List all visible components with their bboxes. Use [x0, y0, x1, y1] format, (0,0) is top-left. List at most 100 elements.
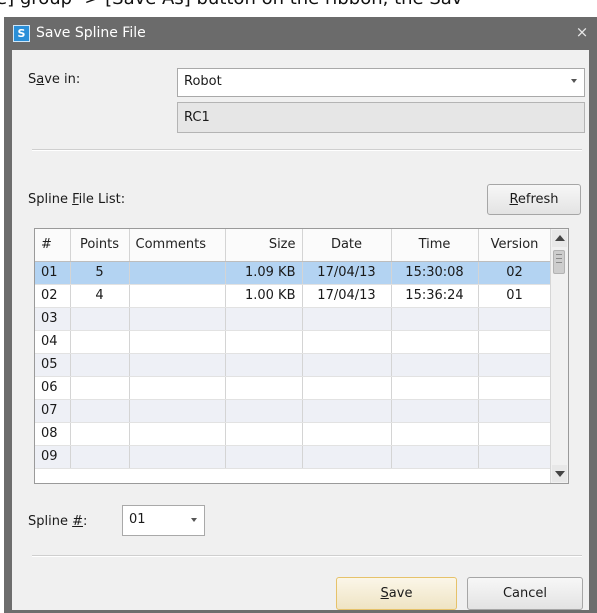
refresh-button[interactable]: Refresh: [487, 184, 581, 215]
cell-time: [391, 353, 479, 377]
chevron-down-icon: [191, 518, 197, 522]
cell-comments: [129, 353, 226, 377]
cell-date: 17/04/13: [302, 261, 392, 285]
cell-points: [70, 445, 130, 469]
table-row[interactable]: 01 5 1.09 KB 17/04/13 15:30:08 02: [35, 261, 552, 285]
titlebar[interactable]: S Save Spline File ×: [4, 17, 597, 50]
scroll-down-icon[interactable]: [552, 465, 567, 482]
save-spline-dialog: S Save Spline File × Save in: Robot RC1 …: [4, 17, 597, 613]
cell-date: 17/04/13: [302, 284, 392, 308]
cell-comments: [129, 399, 226, 423]
cell-time: 15:36:24: [391, 284, 479, 308]
cell-version: [478, 307, 552, 331]
table-row[interactable]: 05: [35, 353, 552, 377]
column-header-points[interactable]: Points: [70, 229, 130, 262]
save-in-label: Save in:: [28, 72, 81, 87]
cell-points: 5: [70, 261, 130, 285]
controller-field: RC1: [177, 102, 585, 133]
cell-num: 08: [35, 422, 71, 446]
cell-comments: [129, 284, 226, 308]
cell-comments: [129, 261, 226, 285]
chevron-down-icon: [571, 79, 577, 83]
cell-num: 03: [35, 307, 71, 331]
cell-comments: [129, 422, 226, 446]
dialog-title: Save Spline File: [36, 25, 146, 41]
vertical-scrollbar[interactable]: [550, 229, 568, 483]
column-header-date[interactable]: Date: [302, 229, 392, 262]
scroll-up-icon[interactable]: [552, 230, 567, 247]
cell-points: [70, 353, 130, 377]
save-button[interactable]: Save: [336, 577, 457, 610]
cell-points: [70, 376, 130, 400]
divider: [32, 149, 582, 151]
cell-points: 4: [70, 284, 130, 308]
cell-version: 01: [478, 284, 552, 308]
cell-date: [302, 330, 392, 354]
spline-file-list-label: Spline File List:: [28, 192, 126, 207]
cell-size: [225, 330, 303, 354]
spline-number-dropdown[interactable]: 01: [122, 505, 205, 536]
cell-comments: [129, 307, 226, 331]
cell-comments: [129, 445, 226, 469]
cancel-button[interactable]: Cancel: [467, 577, 583, 610]
table-row[interactable]: 07: [35, 399, 552, 423]
cell-version: [478, 445, 552, 469]
column-header-comments[interactable]: Comments: [129, 229, 226, 262]
scroll-thumb[interactable]: [553, 250, 565, 274]
cell-num: 01: [35, 261, 71, 285]
cell-size: [225, 399, 303, 423]
cell-size: [225, 353, 303, 377]
column-header-num[interactable]: #: [35, 229, 71, 262]
cell-date: [302, 353, 392, 377]
column-header-version[interactable]: Version: [478, 229, 552, 262]
table-row[interactable]: 03: [35, 307, 552, 331]
cell-date: [302, 399, 392, 423]
cell-num: 06: [35, 376, 71, 400]
cell-date: [302, 307, 392, 331]
cell-size: [225, 445, 303, 469]
column-header-time[interactable]: Time: [391, 229, 479, 262]
cell-num: 02: [35, 284, 71, 308]
divider: [32, 555, 582, 557]
column-header-size[interactable]: Size: [225, 229, 303, 262]
save-in-value: Robot: [184, 74, 222, 89]
cell-date: [302, 422, 392, 446]
cell-num: 07: [35, 399, 71, 423]
spline-number-label: Spline #:: [28, 514, 88, 529]
cell-num: 05: [35, 353, 71, 377]
cell-num: 09: [35, 445, 71, 469]
cell-time: [391, 307, 479, 331]
dialog-body: Save in: Robot RC1 Spline File List: Ref…: [12, 50, 589, 610]
cell-size: [225, 307, 303, 331]
cell-time: [391, 330, 479, 354]
save-in-dropdown[interactable]: Robot: [177, 68, 585, 97]
cell-size: 1.00 KB: [225, 284, 303, 308]
table-row[interactable]: 08: [35, 422, 552, 446]
cell-comments: [129, 376, 226, 400]
cell-size: 1.09 KB: [225, 261, 303, 285]
cell-num: 04: [35, 330, 71, 354]
table-row[interactable]: 02 4 1.00 KB 17/04/13 15:36:24 01: [35, 284, 552, 308]
table-row[interactable]: 04: [35, 330, 552, 354]
cell-size: [225, 376, 303, 400]
cell-points: [70, 330, 130, 354]
cell-points: [70, 422, 130, 446]
cell-version: [478, 353, 552, 377]
cell-time: [391, 399, 479, 423]
app-icon: S: [13, 25, 30, 42]
cell-points: [70, 307, 130, 331]
table-row[interactable]: 06: [35, 376, 552, 400]
cell-date: [302, 445, 392, 469]
spline-file-table[interactable]: # Points Comments Size Date Time Version…: [34, 228, 569, 484]
table-row[interactable]: 09: [35, 445, 552, 469]
cell-size: [225, 422, 303, 446]
cell-date: [302, 376, 392, 400]
cell-time: [391, 422, 479, 446]
spline-grid: # Points Comments Size Date Time Version…: [35, 229, 552, 469]
cell-time: [391, 376, 479, 400]
cell-version: [478, 330, 552, 354]
background-text: e] group -> [Save As] button on the ribb…: [0, 0, 462, 9]
cell-version: [478, 422, 552, 446]
close-icon[interactable]: ×: [573, 23, 591, 41]
cell-time: 15:30:08: [391, 261, 479, 285]
